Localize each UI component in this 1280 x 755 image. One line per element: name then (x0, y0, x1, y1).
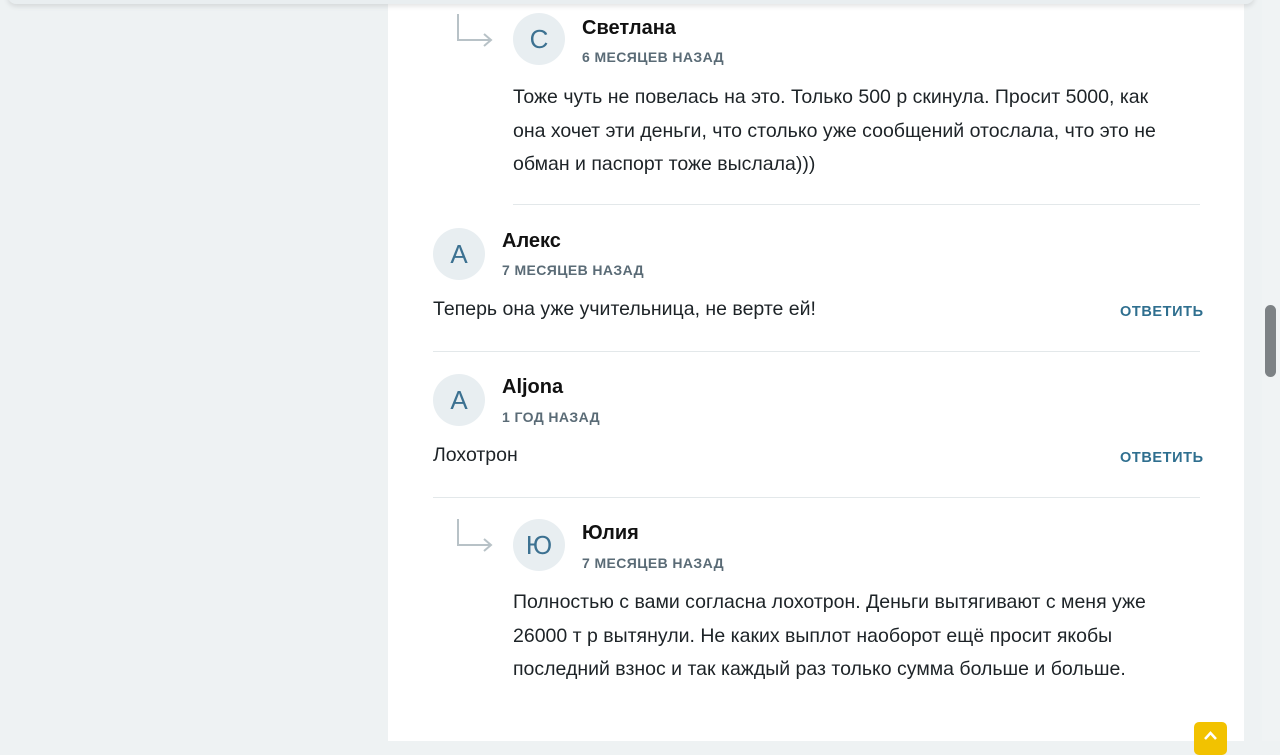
avatar: A (433, 374, 485, 426)
chevron-up-icon (1204, 731, 1217, 740)
comment-date: 1 ГОД НАЗАД (502, 409, 600, 425)
avatar: С (513, 13, 565, 65)
divider (433, 497, 1200, 498)
reply-arrow-icon (457, 14, 493, 47)
comment-author: Юлия (582, 522, 639, 544)
comment-date: 7 МЕСЯЦЕВ НАЗАД (582, 555, 725, 571)
comment-text: Лохотрон (433, 444, 518, 466)
comments-section: С Светлана 6 МЕСЯЦЕВ НАЗАД Тоже чуть не … (388, 0, 1244, 741)
reply-arrow-icon (457, 519, 493, 552)
comment-date: 7 МЕСЯЦЕВ НАЗАД (502, 262, 645, 278)
comment-author: Светлана (582, 17, 676, 39)
avatar: Ю (513, 519, 565, 571)
reply-button[interactable]: ОТВЕТИТЬ (1120, 304, 1204, 320)
scroll-to-top-button[interactable] (1194, 722, 1227, 755)
top-header-bar (8, 0, 1254, 4)
scrollbar-thumb[interactable] (1265, 305, 1276, 377)
divider (433, 351, 1200, 352)
comment-author: Алекс (502, 230, 561, 252)
comment-text: Тоже чуть не повелась на это. Только 500… (513, 86, 1156, 175)
divider (513, 204, 1200, 205)
comment-text: Полностью с вами согласна лохотрон. День… (513, 591, 1146, 680)
comment-text: Теперь она уже учительница, не верте ей! (433, 298, 816, 320)
comment-date: 6 МЕСЯЦЕВ НАЗАД (582, 49, 725, 65)
comment-author: Aljona (502, 376, 564, 398)
reply-button[interactable]: ОТВЕТИТЬ (1120, 450, 1204, 466)
avatar: А (433, 228, 485, 280)
